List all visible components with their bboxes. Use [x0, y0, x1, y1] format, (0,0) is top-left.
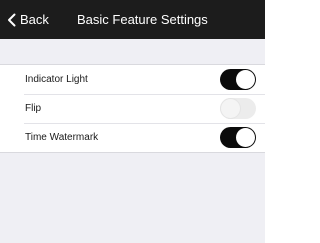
- setting-row-time-watermark: Time Watermark: [0, 123, 265, 152]
- setting-label: Indicator Light: [25, 74, 88, 85]
- toggle-knob: [236, 70, 255, 89]
- setting-label: Flip: [25, 103, 42, 114]
- toggle-knob: [221, 99, 240, 118]
- back-button[interactable]: Back: [7, 0, 49, 39]
- flip-toggle[interactable]: [220, 98, 256, 119]
- indicator-light-toggle[interactable]: [220, 69, 256, 90]
- setting-label: Time Watermark: [25, 132, 99, 143]
- back-label: Back: [20, 12, 49, 27]
- settings-list: Indicator Light Flip Time Watermark: [0, 64, 265, 153]
- time-watermark-toggle[interactable]: [220, 127, 256, 148]
- setting-row-indicator-light: Indicator Light: [0, 65, 265, 94]
- navigation-bar: Back Basic Feature Settings: [0, 0, 265, 39]
- chevron-left-icon: [7, 13, 16, 27]
- page-title: Basic Feature Settings: [77, 12, 208, 27]
- settings-screen: Back Basic Feature Settings Indicator Li…: [0, 0, 265, 243]
- toggle-knob: [236, 128, 255, 147]
- setting-row-flip: Flip: [0, 94, 265, 123]
